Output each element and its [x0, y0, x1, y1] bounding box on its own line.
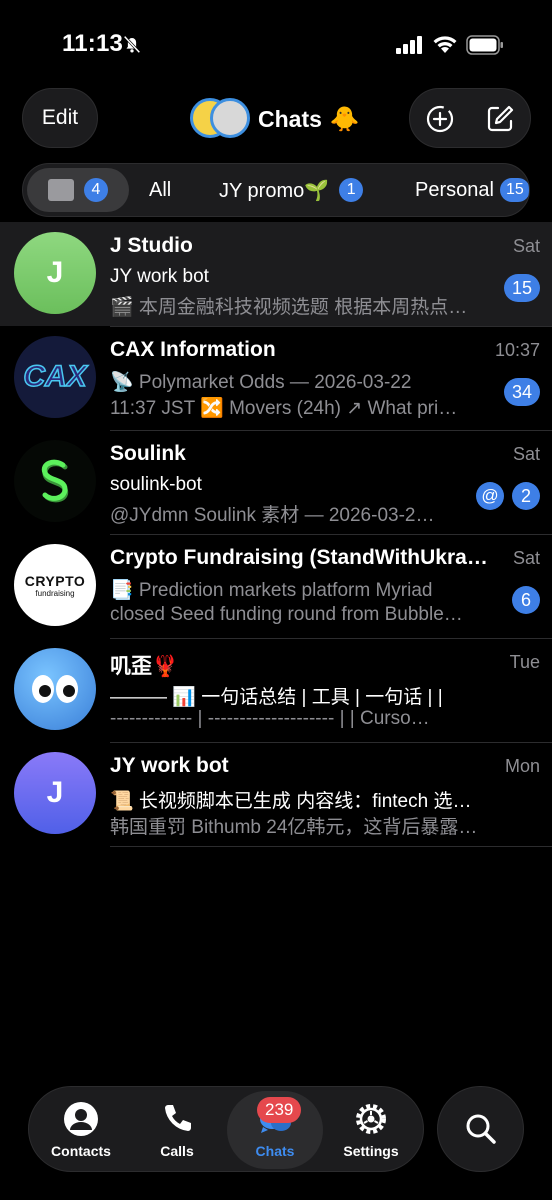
chat-row-jy-work-bot[interactable]: J JY work bot Mon 📜 长视频脚本已生成 内容线：fintech… — [0, 742, 552, 847]
person-icon — [64, 1102, 98, 1136]
eyes-icon — [32, 675, 78, 703]
status-emoji[interactable]: 🐥 — [330, 105, 360, 134]
chat-time: Sat — [512, 444, 540, 464]
tab-personal[interactable]: Personal 15 — [415, 168, 529, 212]
header-actions — [409, 88, 531, 148]
cellular-signal-icon — [396, 36, 422, 54]
wifi-icon — [433, 36, 457, 53]
tab-calls[interactable]: Calls — [129, 1087, 225, 1173]
folder-tabs: 4 All JY promo🌱 1 Personal 15 — [22, 163, 530, 217]
chats-title-group: Chats 🐥 — [190, 96, 360, 142]
bottom-tab-bar: Contacts Calls Chats 239 Settings — [28, 1086, 424, 1172]
unread-badge: 15 — [503, 274, 540, 302]
avatar-letter: J — [46, 776, 64, 809]
divider — [110, 846, 552, 847]
avatar — [14, 440, 96, 522]
compose-icon[interactable] — [484, 103, 516, 135]
divider — [110, 534, 552, 535]
tab-label: Personal — [415, 178, 494, 201]
search-icon — [466, 1114, 496, 1144]
chat-name: CAX Information — [110, 338, 276, 361]
chat-preview: @JYdmn Soulink 素材 — 2026-03-2… — [110, 505, 435, 526]
chat-preview-2: 韩国重罚 Bithumb 24亿韩元，这背后暴露了… — [110, 817, 494, 838]
unread-total-badge: 239 — [257, 1097, 302, 1123]
chat-time: 10:37 — [494, 340, 540, 360]
chat-time: Mon — [504, 756, 540, 776]
chat-time: Sat — [512, 236, 540, 256]
tab-badge: 1 — [339, 178, 364, 202]
soulink-logo-icon — [41, 459, 69, 503]
chat-preview: 📑 Prediction markets platform Myriad — [110, 580, 433, 601]
divider — [110, 742, 552, 743]
chat-preview: 📜 长视频脚本已生成 内容线：fintech 选题： — [110, 791, 490, 812]
chat-row-jiwai[interactable]: 叽歪🦞 Tue ——— 📊 一句话总结 | 工具 | 一句话 | | -----… — [0, 638, 552, 742]
tab-label: Calls — [160, 1143, 194, 1159]
mention-badge: @ — [476, 482, 504, 510]
chat-preview-2: closed Seed funding round from Bubble… — [110, 604, 463, 625]
tab-chats[interactable]: Chats 239 — [227, 1091, 323, 1169]
chat-row-soulink[interactable]: Soulink Sat soulink-bot @JYdmn Soulink 素… — [0, 430, 552, 534]
chat-name: Crypto Fundraising (StandWithUkra… — [110, 546, 488, 569]
chat-row-crypto-fundraising[interactable]: CRYPTO fundraising Crypto Fundraising (S… — [0, 534, 552, 638]
chat-preview: 📡 Polymarket Odds — 2026-03-22 — [110, 372, 412, 393]
chat-name: J Studio — [110, 234, 193, 257]
tab-folder-active[interactable]: 4 — [27, 168, 129, 212]
chat-row-cax-information[interactable]: CAX CAX Information 10:37 📡 Polymarket O… — [0, 326, 552, 430]
chat-preview: 🎬 本周金融科技视频选题 根据本周热点… — [110, 297, 468, 318]
chat-name: 叽歪🦞 — [110, 655, 179, 678]
tab-all[interactable]: All — [149, 168, 171, 212]
battery-icon — [466, 35, 503, 55]
chat-sender: soulink-bot — [110, 474, 202, 495]
tab-label: Chats — [255, 1143, 295, 1159]
chat-time: Sat — [512, 548, 540, 568]
status-time: 11:13 — [62, 30, 124, 57]
avatar: CRYPTO fundraising — [14, 544, 96, 626]
tab-badge: 4 — [84, 178, 108, 202]
account-avatar-stack[interactable] — [190, 96, 250, 142]
account-avatar-2 — [210, 98, 250, 138]
chat-sender: JY work bot — [110, 266, 209, 287]
chat-name: JY work bot — [110, 754, 229, 777]
chat-time: Tue — [509, 652, 540, 672]
chat-preview: ——— 📊 一句话总结 | 工具 | 一句话 | | — [110, 687, 443, 708]
avatar: J — [14, 752, 96, 834]
divider — [110, 326, 552, 327]
tab-jy-promo[interactable]: JY promo🌱 1 — [219, 168, 364, 212]
unread-badge: 34 — [503, 378, 540, 406]
bell-muted-icon — [123, 35, 141, 54]
avatar-letter: CAX — [23, 359, 88, 394]
tab-label: Contacts — [51, 1143, 111, 1159]
avatar: CAX — [14, 336, 96, 418]
phone-icon — [165, 1105, 191, 1131]
chat-preview-2: 11:37 JST 🔀 Movers (24h) ↗ What pri… — [110, 398, 458, 419]
tab-badge: 15 — [499, 178, 529, 202]
gear-icon — [356, 1104, 386, 1134]
avatar: J — [14, 232, 96, 314]
status-bar: 11:13 — [0, 0, 552, 80]
tab-contacts[interactable]: Contacts — [33, 1087, 129, 1173]
tab-label: Settings — [343, 1143, 399, 1159]
avatar-letter: CRYPTO — [24, 572, 86, 589]
tab-label: JY promo🌱 — [219, 179, 330, 202]
newspaper-icon — [48, 179, 74, 201]
page-title: Chats — [258, 105, 322, 132]
search-button[interactable] — [437, 1086, 524, 1172]
avatar — [14, 648, 96, 730]
divider — [110, 638, 552, 639]
avatar-sub-letter: fundraising — [35, 588, 75, 598]
chat-name: Soulink — [110, 442, 186, 465]
divider — [110, 430, 552, 431]
tab-settings[interactable]: Settings — [323, 1087, 419, 1173]
chat-row-j-studio[interactable]: J J Studio Sat JY work bot 🎬 本周金融科技视频选题 … — [0, 222, 552, 326]
new-story-icon[interactable] — [424, 103, 456, 135]
edit-button[interactable]: Edit — [22, 88, 98, 148]
avatar-letter: J — [46, 256, 64, 289]
unread-badge: 6 — [512, 586, 540, 614]
chat-preview-2: ------------- | -------------------- | |… — [110, 708, 430, 729]
unread-badge: 2 — [512, 482, 540, 510]
